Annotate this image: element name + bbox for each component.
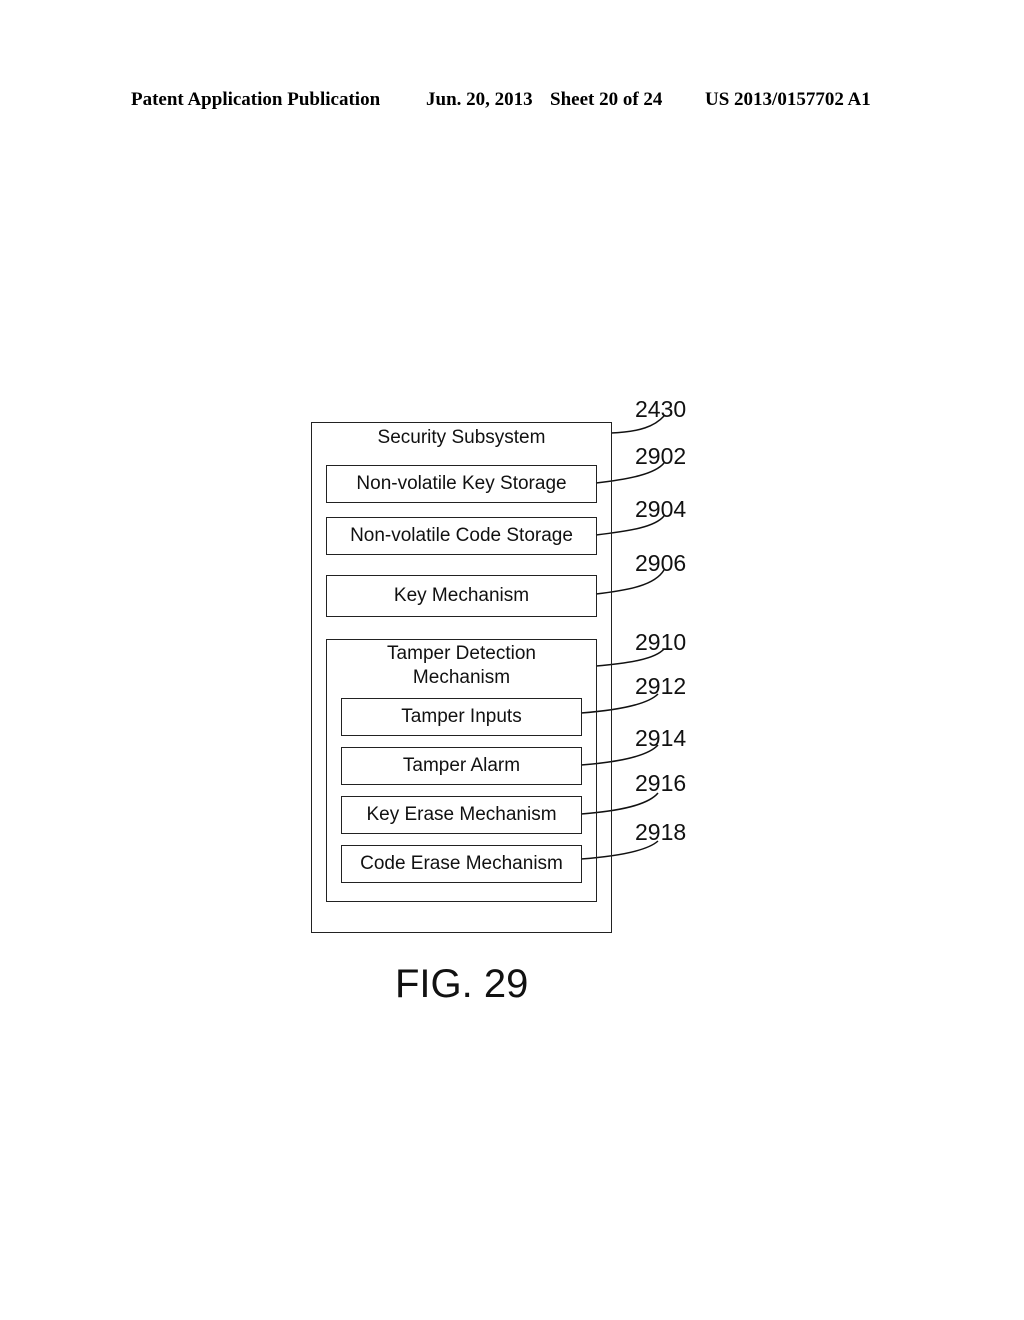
tamper-detection-label-line2: Mechanism xyxy=(412,667,511,688)
tamper-inputs-box: Tamper Inputs xyxy=(341,698,582,736)
ref-2430: 2430 xyxy=(635,396,687,422)
ref-2916: 2916 xyxy=(635,770,687,796)
tamper-inputs-label: Tamper Inputs xyxy=(401,706,522,727)
code-erase-label: Code Erase Mechanism xyxy=(360,853,563,874)
code-storage-box: Non-volatile Code Storage xyxy=(326,517,597,555)
key-storage-label: Non-volatile Key Storage xyxy=(356,473,567,494)
tamper-alarm-label: Tamper Alarm xyxy=(402,755,521,776)
key-storage-box: Non-volatile Key Storage xyxy=(326,465,597,503)
code-storage-label: Non-volatile Code Storage xyxy=(350,525,573,546)
figure-caption: FIG. 29 xyxy=(395,962,529,1006)
tamper-detection-label-line1: Tamper Detection xyxy=(387,643,536,664)
ref-2918: 2918 xyxy=(635,819,687,845)
key-mechanism-box: Key Mechanism xyxy=(326,575,597,617)
ref-2912: 2912 xyxy=(635,673,687,699)
ref-2902: 2902 xyxy=(635,443,687,469)
ref-2914: 2914 xyxy=(635,725,687,751)
ref-2910: 2910 xyxy=(635,629,687,655)
key-erase-label: Key Erase Mechanism xyxy=(366,804,557,825)
ref-2906: 2906 xyxy=(635,550,687,576)
security-subsystem-label: Security Subsystem xyxy=(377,427,546,448)
code-erase-box: Code Erase Mechanism xyxy=(341,845,582,883)
tamper-alarm-box: Tamper Alarm xyxy=(341,747,582,785)
key-mechanism-label: Key Mechanism xyxy=(393,585,530,606)
ref-2904: 2904 xyxy=(635,496,687,522)
key-erase-box: Key Erase Mechanism xyxy=(341,796,582,834)
